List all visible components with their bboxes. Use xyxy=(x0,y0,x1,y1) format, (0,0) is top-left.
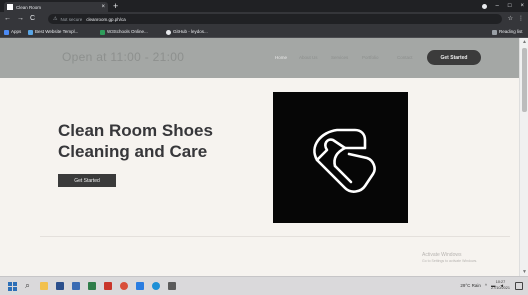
omnibox-actions: ☆ ⋮ xyxy=(508,15,524,23)
forward-button[interactable]: → xyxy=(17,14,24,24)
search-icon[interactable]: ⌕ xyxy=(25,280,30,291)
window-controls: – □ × xyxy=(481,2,524,10)
nav-contact[interactable]: Contact xyxy=(397,55,413,60)
close-window-button[interactable]: × xyxy=(520,2,524,10)
maximize-button[interactable]: □ xyxy=(508,2,512,10)
address-bar-row: ← → C ⚠ Not secure cleanroom.gp.ph/ca ☆ … xyxy=(0,12,528,26)
bookmark-label: W3Schools Online... xyxy=(107,29,148,34)
bookmark-label: GitHub - leydos... xyxy=(173,29,208,34)
apps-grid-icon xyxy=(4,29,9,35)
section-divider xyxy=(40,236,510,237)
vscode-icon[interactable] xyxy=(136,282,144,290)
clock[interactable]: 10:27 27/10/2021 xyxy=(491,279,510,291)
bookmark-favicon-icon xyxy=(28,29,33,35)
notification-icon[interactable] xyxy=(515,282,523,290)
bookmark-w3schools[interactable]: W3Schools Online... xyxy=(100,28,148,36)
clock-date: 27/10/2021 xyxy=(490,286,510,290)
scroll-up-arrow-icon[interactable]: ▲ xyxy=(521,39,528,45)
site-header: Open at 11:00 - 21:00 Home About Us Serv… xyxy=(0,38,519,78)
back-button[interactable]: ← xyxy=(4,14,11,24)
bookmark-label: Apps xyxy=(11,29,22,34)
tab-close-icon[interactable]: × xyxy=(101,4,105,10)
extensions-icon[interactable]: ⋮ xyxy=(518,15,524,23)
browser-tab-strip: Clean Room × + – □ × xyxy=(0,0,528,12)
header-get-started-button[interactable]: Get Started xyxy=(427,50,481,65)
nav-portfolio[interactable]: Portfolio xyxy=(362,55,379,60)
watermark-title: Activate Windows xyxy=(422,252,462,258)
nav-services[interactable]: Services xyxy=(331,55,348,60)
profile-icon[interactable] xyxy=(481,4,487,9)
bookmark-star-icon[interactable]: ☆ xyxy=(508,15,513,23)
store-icon[interactable] xyxy=(56,282,64,290)
scroll-thumb[interactable] xyxy=(522,48,527,112)
page-scrollbar[interactable]: ▲ ▼ xyxy=(519,38,528,276)
minimize-button[interactable]: – xyxy=(496,2,499,10)
hero-get-started-button[interactable]: Get Started xyxy=(58,174,116,187)
reading-list[interactable]: Reading list xyxy=(492,28,523,36)
url-text[interactable]: cleanroom.gp.ph/ca xyxy=(86,17,126,22)
mail-icon[interactable] xyxy=(72,282,80,290)
nav-about[interactable]: About Us xyxy=(299,55,318,60)
bookmark-favicon-icon xyxy=(100,29,105,35)
scroll-down-arrow-icon[interactable]: ▼ xyxy=(521,269,528,275)
brand-logo xyxy=(273,92,408,223)
nav-home[interactable]: Home xyxy=(275,55,287,60)
bookmarks-bar: Apps Best Website Templ... W3Schools Onl… xyxy=(0,26,528,38)
edge-icon[interactable] xyxy=(152,282,160,290)
windows-start-icon[interactable] xyxy=(8,282,17,291)
address-input[interactable]: ⚠ Not secure cleanroom.gp.ph/ca xyxy=(48,14,502,24)
opening-hours: Open at 11:00 - 21:00 xyxy=(62,50,185,64)
office-icon[interactable] xyxy=(104,282,112,290)
reading-list-label: Reading list xyxy=(499,29,523,34)
watermark-subtitle: Go to Settings to activate Windows. xyxy=(422,259,478,263)
chevron-up-icon[interactable]: ^ xyxy=(485,282,487,290)
bookmark-apps[interactable]: Apps xyxy=(4,28,21,36)
windows-taskbar: ⌕ 29°C Rain ^ ▬ ◄ 10:27 27/10/2021 xyxy=(0,276,528,295)
reading-list-icon xyxy=(492,29,497,35)
tab-title: Clean Room xyxy=(16,4,42,10)
weather-text[interactable]: 29°C Rain xyxy=(460,282,481,290)
terminal-icon[interactable] xyxy=(168,282,176,290)
browser-tab[interactable]: Clean Room × xyxy=(4,2,108,12)
security-label: Not secure xyxy=(60,16,83,22)
bookmark-github[interactable]: GitHub - leydos... xyxy=(166,28,208,36)
bookmark-label: Best Website Templ... xyxy=(35,29,79,34)
activate-windows-watermark: Activate Windows Go to Settings to activ… xyxy=(422,252,477,263)
file-explorer-icon[interactable] xyxy=(40,282,48,290)
tab-favicon-icon xyxy=(7,4,13,10)
bookmark-templates[interactable]: Best Website Templ... xyxy=(28,28,78,36)
chrome-icon[interactable] xyxy=(120,282,128,290)
hero-title: Clean Room Shoes Cleaning and Care xyxy=(58,121,213,161)
shoe-logo-icon xyxy=(313,128,376,193)
reload-button[interactable]: C xyxy=(30,14,35,24)
browser-nav: ← → C xyxy=(4,14,35,24)
warning-icon[interactable]: ⚠ xyxy=(53,16,57,22)
app-icon[interactable] xyxy=(88,282,96,290)
github-icon xyxy=(166,29,171,35)
new-tab-button[interactable]: + xyxy=(113,1,118,11)
